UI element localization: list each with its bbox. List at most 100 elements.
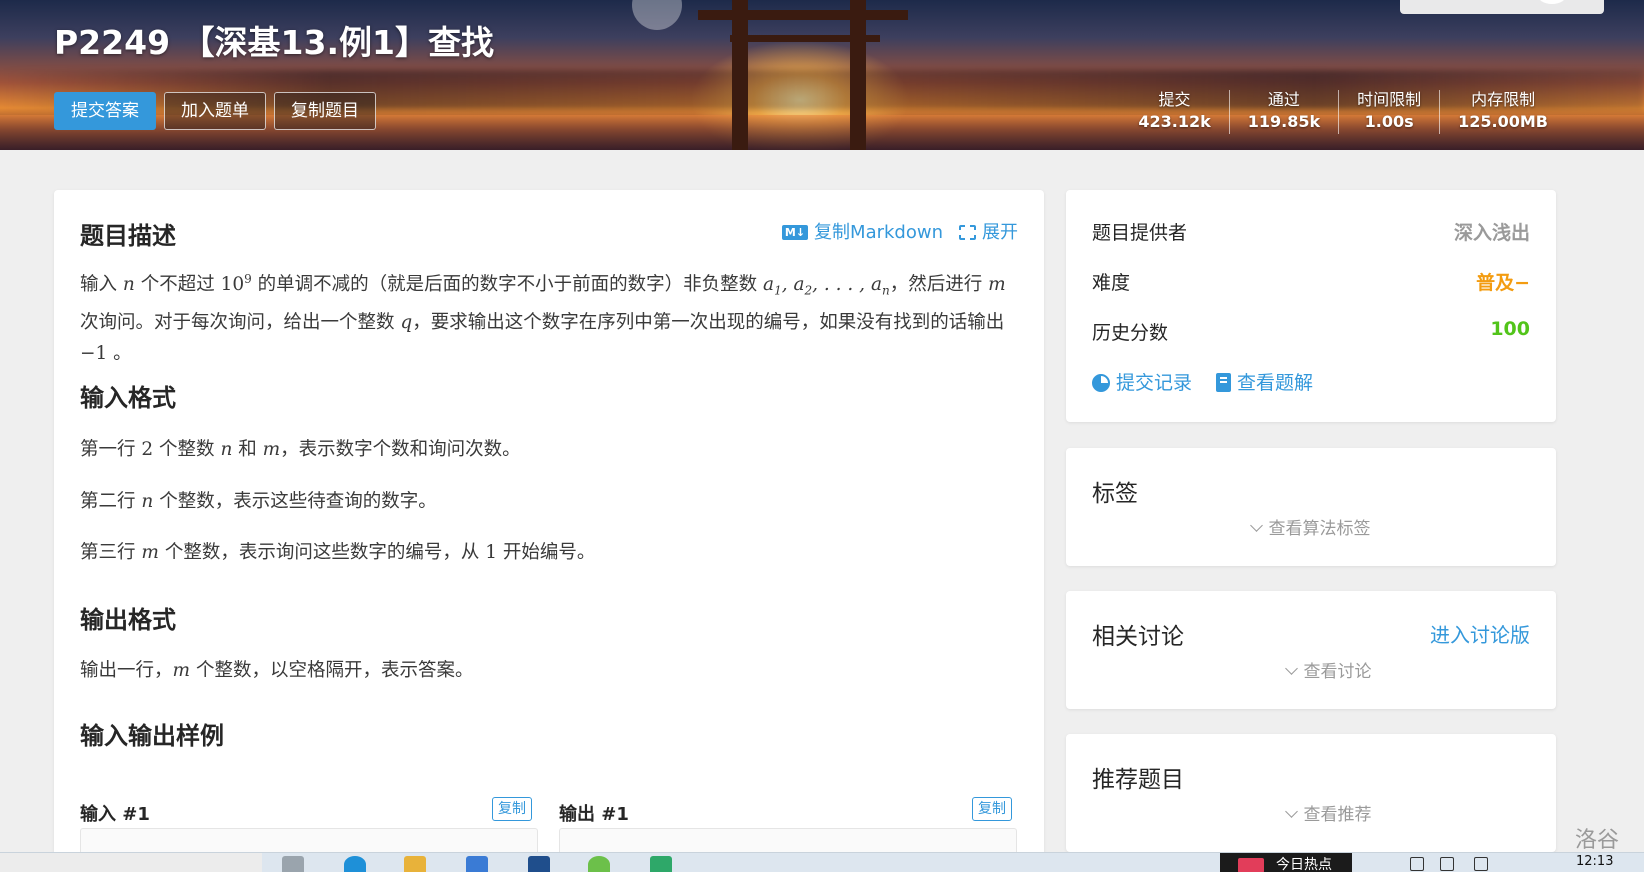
text: 次询问。对于每次询问，给出一个整数 [80,311,401,333]
provider-value[interactable]: 深入浅出 [1454,218,1530,245]
tray-volume-icon[interactable] [1440,857,1454,871]
math-n: n [220,439,233,460]
sub: n [881,283,890,298]
enter-discussion-link[interactable]: 进入讨论版 [1430,619,1530,648]
problem-card: 题目描述 M↓ 复制Markdown 展开 输入 n 个不超过 109 的单调不减… [54,190,1044,872]
app2-icon[interactable] [650,856,672,872]
view-recommend-label: 查看推荐 [1303,805,1372,825]
power-exp: 9 [244,272,252,286]
news-icon [1238,858,1264,872]
store-icon[interactable] [466,856,488,872]
view-discussion-link[interactable]: 查看讨论 [1066,657,1556,682]
info-links: 提交记录 查看题解 [1092,368,1313,395]
description-text: 输入 n 个不超过 109 的单调不减的（就是后面的数字不小于前面的数字）非负整… [80,264,1010,369]
expand-label: 展开 [982,222,1018,243]
expand-icon [958,224,977,241]
history-score-value: 100 [1490,318,1530,340]
stat-label: 内存限制 [1471,90,1536,109]
header-actions: 提交答案 加入题单 复制题目 [54,92,376,130]
submission-record-label: 提交记录 [1116,372,1193,394]
input-format-line-2: 第二行 n 个整数，表示这些待查询的数字。 [80,486,1010,517]
page-title: P2249 【深基13.例1】查找 [54,23,494,62]
text: 输出一行， [80,660,173,681]
top-user-tab[interactable] [1400,0,1604,14]
math-two: 2 [141,439,154,460]
view-tags-link[interactable]: 查看算法标签 [1066,514,1556,539]
copy-markdown-label: 复制Markdown [814,222,943,243]
taskbar-left [0,853,262,872]
tray-network-icon[interactable] [1410,857,1424,871]
view-tags-label: 查看算法标签 [1268,519,1371,539]
ellipsis: , . . . , [812,274,871,296]
copy-markdown-link[interactable]: M↓ 复制Markdown [781,218,943,244]
stat-label: 提交 [1158,90,1191,109]
sample-input-label: 输入 #1 [80,804,150,825]
mail-icon[interactable] [528,856,550,872]
math-m: m [988,274,1006,296]
text: 第一行 [80,439,142,460]
banner-moon [632,0,682,30]
tags-title: 标签 [1092,481,1138,507]
copy-output-button[interactable]: 复制 [972,797,1012,821]
submission-record-link[interactable]: 提交记录 [1092,368,1192,395]
difficulty-value: 普及− [1476,272,1530,294]
taskbar-clock[interactable]: 12:13 [1576,854,1613,869]
submit-answer-button[interactable]: 提交答案 [54,92,156,130]
difficulty-row: 难度 普及− [1092,268,1530,295]
book-icon [1216,373,1232,392]
sub: 2 [804,283,813,298]
view-recommend-link[interactable]: 查看推荐 [1066,800,1556,825]
difficulty-label: 难度 [1092,272,1131,294]
markdown-icon: M↓ [781,225,809,240]
view-discussion-label: 查看讨论 [1303,662,1372,682]
stat-label: 通过 [1267,90,1300,109]
discussion-title: 相关讨论 [1092,624,1184,650]
math-power: 109 [221,272,252,295]
stat-value: 1.00s [1364,112,1414,131]
text: ，表示数字个数和询问次数。 [280,439,521,460]
math-m: m [141,542,159,563]
seq-a: a [763,274,775,296]
math-one: 1 [485,542,497,563]
comma: , [781,274,794,296]
torii-beam [698,10,908,20]
view-solution-link[interactable]: 查看题解 [1216,368,1313,395]
text: 个整数 [153,439,221,460]
torii-beam-lower [730,35,880,42]
text: 个不超过 [134,274,221,296]
text: 的单调不减的（就是后面的数字不小于前面的数字）非负整数 [251,274,764,296]
text: 第二行 [80,491,142,512]
math-n: n [141,491,154,512]
add-to-list-button[interactable]: 加入题单 [164,92,266,130]
stat-accepted: 通过 119.85k [1228,90,1338,134]
text: 个整数，表示询问这些数字的编号，从 [158,542,486,563]
recommend-card: 推荐题目 查看推荐 [1066,734,1556,852]
math-m: m [262,439,281,460]
file-icon[interactable] [282,856,304,872]
folder-icon[interactable] [404,856,426,872]
description-title: 题目描述 [80,222,176,250]
luogu-watermark: 洛谷 [1575,828,1620,853]
samples-title: 输入输出样例 [80,722,224,750]
copy-problem-button[interactable]: 复制题目 [274,92,376,130]
app-icon[interactable] [588,856,610,872]
math-q: q [400,311,413,333]
text: 和 [232,439,263,460]
text: 第三行 [80,542,142,563]
edge-icon[interactable] [344,856,366,872]
text: ，要求输出这个数字在序列中第一次出现的编号，如果没有找到的话输出 [412,311,1005,333]
pie-chart-icon [1092,374,1110,392]
tray-wifi-icon[interactable] [1474,857,1488,871]
stat-value: 423.12k [1138,112,1211,131]
text: 个整数，表示这些待查询的数字。 [153,491,437,512]
text: 输入 [80,274,123,296]
text: 。 [107,342,132,364]
stat-value: 119.85k [1247,112,1321,131]
torii-pillar-right [850,0,866,150]
chevron-down-icon [1284,662,1298,675]
sample-output-label: 输出 #1 [559,804,629,825]
copy-input-button[interactable]: 复制 [492,797,532,821]
math-m: m [172,660,191,681]
input-format-title: 输入格式 [80,384,176,412]
expand-link[interactable]: 展开 [958,218,1018,244]
